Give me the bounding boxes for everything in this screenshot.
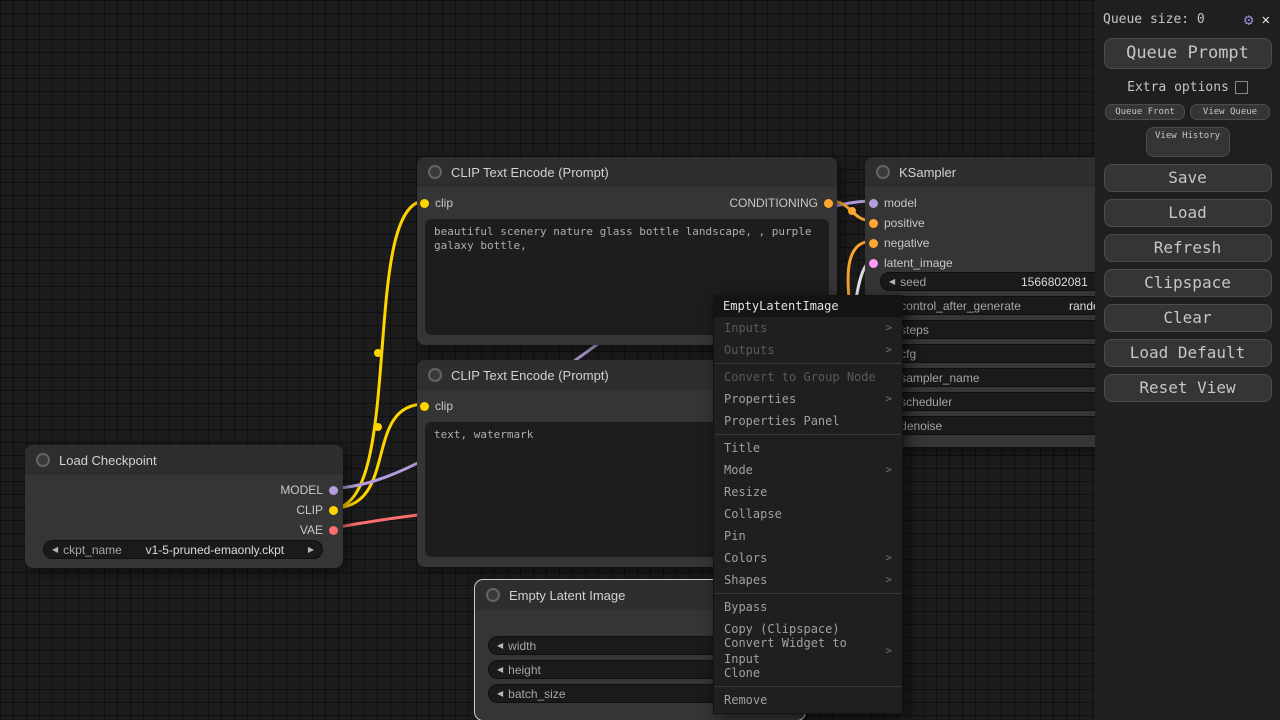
separator	[715, 363, 901, 364]
model-output-dot[interactable]	[329, 485, 338, 495]
load-button[interactable]: Load	[1103, 199, 1272, 227]
clip-input-dot[interactable]	[420, 198, 429, 208]
conditioning-output-dot[interactable]	[824, 198, 833, 208]
context-menu-item-properties-panel[interactable]: Properties Panel	[714, 410, 902, 432]
input-slot-clip[interactable]: clip	[420, 196, 453, 210]
node-load-checkpoint[interactable]: Load Checkpoint MODEL CLIP VAE ◀ ckpt_na…	[25, 445, 343, 568]
latent-input-dot[interactable]	[869, 258, 878, 268]
submenu-arrow-icon: >	[885, 644, 892, 657]
decrement-arrow-icon[interactable]: ◀	[497, 689, 503, 698]
ckpt-name-combo[interactable]: ◀ ckpt_name v1-5-pruned-emaonly.ckpt ▶	[43, 540, 323, 559]
separator	[715, 434, 901, 435]
clip-output-dot[interactable]	[329, 505, 338, 515]
decrement-arrow-icon[interactable]: ◀	[497, 665, 503, 674]
node-title: Empty Latent Image	[509, 587, 626, 603]
collapse-icon[interactable]	[428, 368, 442, 382]
context-menu-item-remove[interactable]: Remove	[714, 689, 902, 711]
clipspace-button[interactable]: Clipspace	[1103, 269, 1272, 297]
submenu-arrow-icon: >	[885, 463, 892, 476]
collapse-icon[interactable]	[486, 588, 500, 602]
decrement-arrow-icon[interactable]: ◀	[889, 277, 895, 286]
context-menu-item-resize[interactable]: Resize	[714, 481, 902, 503]
context-menu-item-colors[interactable]: Colors >	[714, 547, 902, 569]
extra-options-checkbox[interactable]	[1234, 81, 1248, 94]
context-menu-item-title[interactable]: Title	[714, 437, 902, 459]
collapse-icon[interactable]	[876, 165, 890, 179]
context-menu-item-bypass[interactable]: Bypass	[714, 596, 902, 618]
extra-options-label: Extra options	[1127, 80, 1229, 95]
submenu-arrow-icon: >	[885, 343, 892, 356]
queue-front-button[interactable]: Queue Front	[1105, 104, 1185, 120]
context-menu-item-convert-to-group-node[interactable]: Convert to Group Node	[714, 366, 902, 388]
vae-output-dot[interactable]	[329, 525, 338, 535]
queue-size-label: Queue size: 0	[1103, 12, 1205, 27]
context-menu: EmptyLatentImage Inputs > Outputs > Conv…	[713, 295, 903, 714]
close-icon[interactable]: ✕	[1262, 12, 1270, 28]
view-queue-button[interactable]: View Queue	[1190, 104, 1270, 120]
context-menu-item-convert-widget-to-input[interactable]: Convert Widget to Input >	[714, 636, 902, 666]
node-title: CLIP Text Encode (Prompt)	[451, 367, 609, 383]
input-slot-positive[interactable]: positive	[869, 216, 925, 230]
context-menu-item-mode[interactable]: Mode >	[714, 459, 902, 481]
output-slot-clip[interactable]: CLIP	[296, 503, 338, 517]
context-menu-item-pin[interactable]: Pin	[714, 525, 902, 547]
node-header[interactable]: Load Checkpoint	[25, 445, 343, 475]
output-slot-vae[interactable]: VAE	[300, 523, 338, 537]
separator	[715, 593, 901, 594]
node-title: Load Checkpoint	[59, 452, 157, 468]
main-menu-panel: Queue size: 0 ⚙ ✕ Queue Prompt Extra opt…	[1095, 0, 1280, 720]
context-menu-item-shapes[interactable]: Shapes >	[714, 569, 902, 591]
save-button[interactable]: Save	[1103, 164, 1272, 192]
settings-gear-icon[interactable]: ⚙	[1244, 10, 1254, 29]
context-menu-item-collapse[interactable]: Collapse	[714, 503, 902, 525]
input-slot-model[interactable]: model	[869, 196, 917, 210]
submenu-arrow-icon: >	[885, 573, 892, 586]
output-slot-conditioning[interactable]: CONDITIONING	[729, 196, 833, 210]
queue-prompt-button[interactable]: Queue Prompt	[1103, 38, 1272, 69]
load-default-button[interactable]: Load Default	[1103, 339, 1272, 367]
submenu-arrow-icon: >	[885, 551, 892, 564]
positive-input-dot[interactable]	[869, 218, 878, 228]
model-input-dot[interactable]	[869, 198, 878, 208]
submenu-arrow-icon: >	[885, 392, 892, 405]
view-history-button[interactable]: View History	[1145, 127, 1230, 157]
output-slot-model[interactable]: MODEL	[280, 483, 338, 497]
node-title: CLIP Text Encode (Prompt)	[451, 164, 609, 180]
collapse-icon[interactable]	[36, 453, 50, 467]
input-slot-latent-image[interactable]: latent_image	[869, 256, 953, 270]
decrement-arrow-icon[interactable]: ◀	[52, 545, 58, 554]
submenu-arrow-icon: >	[885, 321, 892, 334]
context-menu-item-properties[interactable]: Properties >	[714, 388, 902, 410]
node-header[interactable]: CLIP Text Encode (Prompt)	[417, 157, 837, 187]
decrement-arrow-icon[interactable]: ◀	[497, 641, 503, 650]
reset-view-button[interactable]: Reset View	[1103, 374, 1272, 402]
input-slot-negative[interactable]: negative	[869, 236, 929, 250]
collapse-icon[interactable]	[428, 165, 442, 179]
increment-arrow-icon[interactable]: ▶	[308, 545, 314, 554]
context-menu-item-inputs[interactable]: Inputs >	[714, 317, 902, 339]
input-slot-clip[interactable]: clip	[420, 399, 453, 413]
clear-button[interactable]: Clear	[1103, 304, 1272, 332]
node-title: KSampler	[899, 164, 957, 180]
clip-input-dot[interactable]	[420, 401, 429, 411]
negative-input-dot[interactable]	[869, 238, 878, 248]
refresh-button[interactable]: Refresh	[1103, 234, 1272, 262]
context-menu-item-outputs[interactable]: Outputs >	[714, 339, 902, 361]
context-menu-title: EmptyLatentImage	[714, 296, 902, 317]
separator	[715, 686, 901, 687]
